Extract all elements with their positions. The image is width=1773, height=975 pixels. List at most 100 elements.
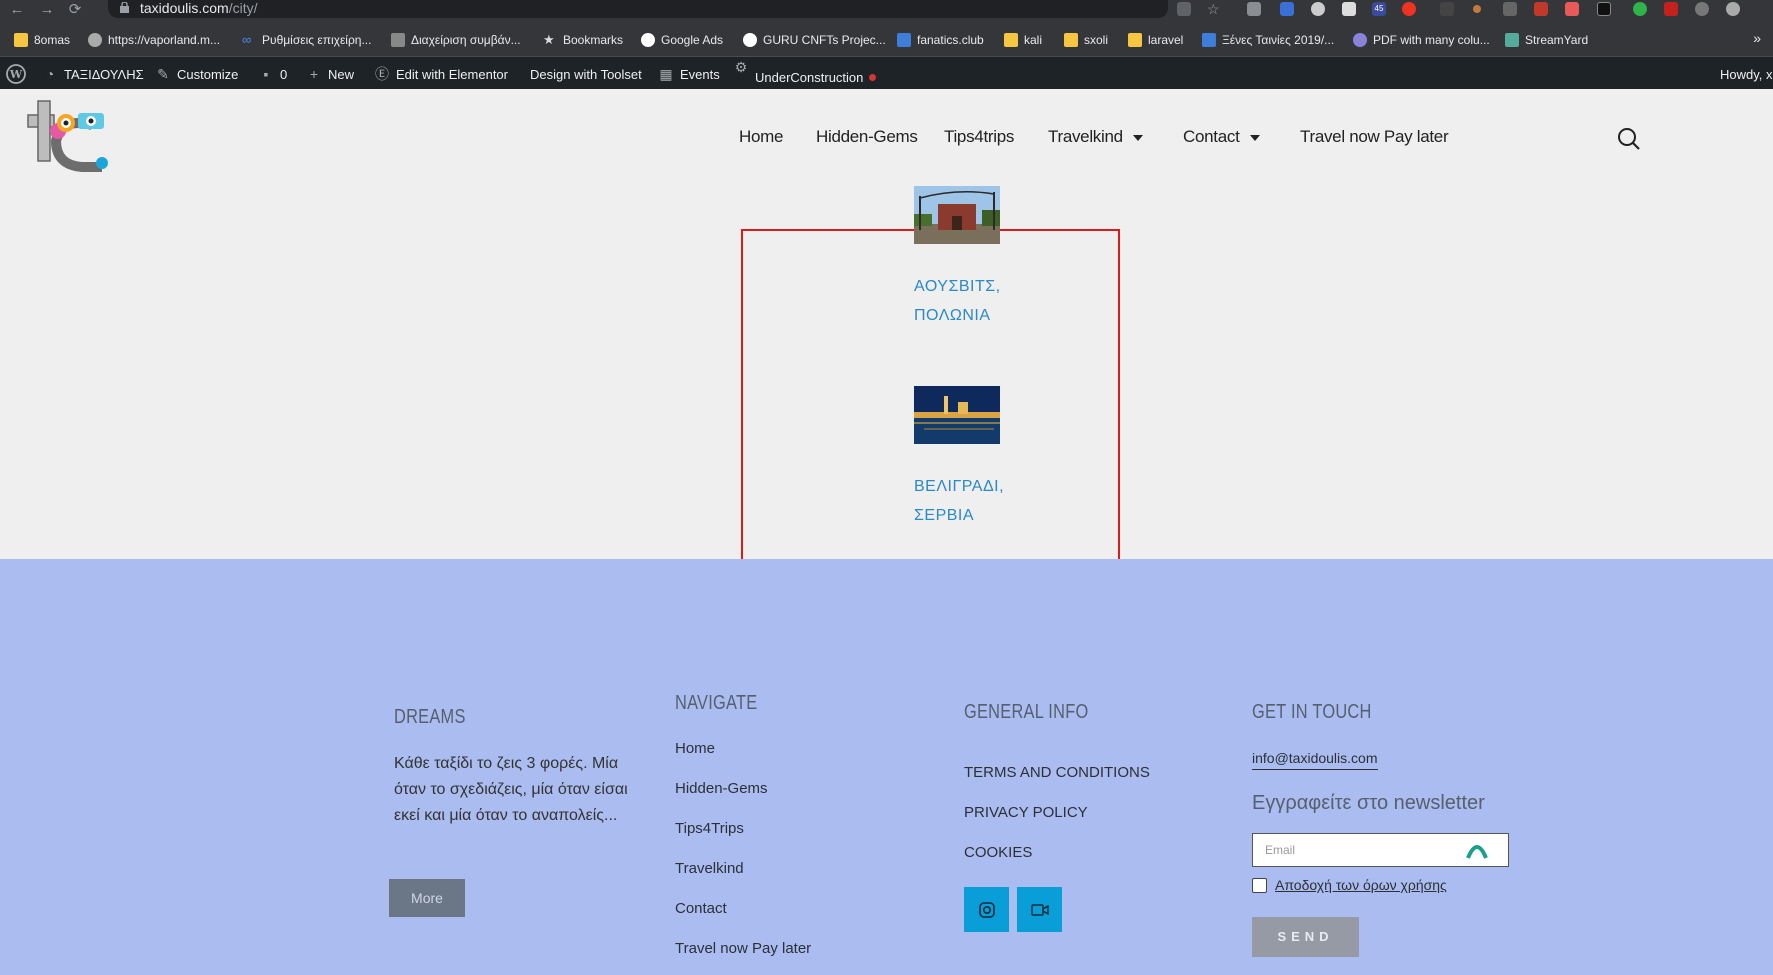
- bookmark-item[interactable]: 8omas: [14, 31, 70, 49]
- bookmark-item[interactable]: StreamYard: [1505, 31, 1588, 49]
- pdf-icon[interactable]: [1664, 2, 1678, 16]
- bookmark-item[interactable]: ∞ Ρυθμίσεις επιχείρη...: [242, 31, 371, 49]
- star-icon[interactable]: ☆: [1207, 2, 1221, 16]
- city-card[interactable]: ΒΕΛΙΓΡΑΔΙ, ΣΕΡΒΙΑ: [914, 386, 1034, 530]
- lock-icon: [120, 2, 129, 13]
- terms-checkbox-row[interactable]: Αποδοχή των όρων χρήσης: [1252, 877, 1447, 893]
- howdy-account[interactable]: Howdy, x: [1720, 65, 1773, 83]
- reload-icon[interactable]: ⟳: [66, 1, 84, 19]
- bookmark-item[interactable]: Ξένες Ταινίες 2019/...: [1202, 31, 1334, 49]
- bookmark-item[interactable]: sxoli: [1064, 31, 1108, 49]
- bookmark-item[interactable]: kali: [1004, 31, 1042, 49]
- gear-icon: ⚙: [734, 59, 748, 75]
- bookmark-item[interactable]: Google Ads: [641, 31, 723, 49]
- nav-travelkind[interactable]: Travelkind: [1048, 127, 1143, 147]
- wordpress-icon: W: [6, 64, 26, 84]
- terms-checkbox[interactable]: [1252, 877, 1267, 893]
- city-name-link[interactable]: ΒΕΛΙΓΡΑΔΙ, ΣΕΡΒΙΑ: [914, 472, 1034, 530]
- extension-icon[interactable]: [1597, 2, 1611, 16]
- bookmarks-overflow-button[interactable]: »: [1753, 30, 1761, 46]
- newsletter-prefix: Εγγραφείτε στο: [1252, 792, 1389, 814]
- video-button[interactable]: [1017, 887, 1062, 932]
- footer-link-terms[interactable]: TERMS AND CONDITIONS: [964, 762, 1184, 802]
- chevron-down-icon[interactable]: [1249, 134, 1260, 141]
- extension-icon[interactable]: [1402, 2, 1416, 16]
- extension-icon[interactable]: [1247, 2, 1261, 16]
- bookmark-item[interactable]: fanatics.club: [897, 31, 984, 49]
- bookmarks-bar: 8omas https://vaporland.m... ∞ Ρυθμίσεις …: [0, 22, 1773, 57]
- site-icon: [1353, 33, 1367, 47]
- footer-link-cookies[interactable]: COOKIES: [964, 842, 1184, 882]
- send-button[interactable]: SEND: [1252, 917, 1359, 957]
- streamyard-icon: [1505, 33, 1519, 47]
- site-name-link[interactable]: ◔ ΤΑΞΙΔΟΥΛΗΣ: [42, 65, 144, 83]
- bookmark-item[interactable]: ★ Bookmarks: [543, 31, 623, 49]
- site-logo[interactable]: [22, 95, 114, 181]
- footer-navigate-column: NAVIGATE Home Hidden-Gems Tips4Trips Tra…: [675, 692, 875, 975]
- bookmark-item[interactable]: PDF with many colu...: [1353, 31, 1490, 49]
- footer-link-home[interactable]: Home: [675, 738, 875, 778]
- nav-travel-now-pay-later[interactable]: Travel now Pay later: [1300, 127, 1449, 147]
- extension-icon[interactable]: [1565, 2, 1579, 16]
- footer-link-travelkind[interactable]: Travelkind: [675, 858, 875, 898]
- contact-email-link[interactable]: info@taxidoulis.com: [1252, 750, 1378, 770]
- comment-icon: ▪: [263, 66, 269, 82]
- extension-icon[interactable]: [1473, 5, 1481, 13]
- belgrade-thumbnail[interactable]: [914, 386, 1000, 444]
- wordpress-logo-button[interactable]: W: [6, 64, 26, 84]
- new-link[interactable]: + New: [306, 65, 354, 83]
- customize-link[interactable]: ✎ Customize: [155, 65, 238, 83]
- under-construction-link[interactable]: ⚙ UnderConstruction: [733, 59, 877, 87]
- footer-heading: DREAMS: [394, 706, 466, 728]
- auschwitz-thumbnail[interactable]: [914, 186, 1000, 244]
- bookmark-item[interactable]: laravel: [1128, 31, 1183, 49]
- footer-heading: GET IN TOUCH: [1252, 701, 1372, 723]
- extension-icon[interactable]: [1280, 2, 1294, 16]
- bookmark-item[interactable]: https://vaporland.m...: [88, 31, 220, 49]
- city-card[interactable]: ΑΟΥΣΒΙΤΣ, ΠΟΛΩΝΙΑ: [914, 186, 1034, 330]
- more-button[interactable]: More: [389, 879, 465, 917]
- browser-toolbar: ← → ⟳ taxidoulis.com/city/ ☆ 45: [0, 0, 1773, 22]
- edit-elementor-link[interactable]: Ⓔ Edit with Elementor: [374, 65, 508, 83]
- video-icon: [1030, 903, 1049, 916]
- chevron-down-icon[interactable]: [1132, 134, 1143, 141]
- bookmark-item[interactable]: Διαχείριση συμβάν...: [391, 31, 521, 49]
- address-bar[interactable]: [108, 0, 1168, 18]
- nav-home[interactable]: Home: [739, 127, 783, 147]
- toolset-link[interactable]: Design with Toolset: [530, 65, 642, 83]
- footer-link-travel-now-pay-later[interactable]: Travel now Pay later: [675, 938, 875, 975]
- bookmark-item[interactable]: GURU CNFTs Projec...: [743, 31, 886, 49]
- nav-contact[interactable]: Contact: [1183, 127, 1260, 147]
- extension-icon[interactable]: [1633, 2, 1647, 16]
- nav-tips4trips[interactable]: Tips4trips: [944, 127, 1014, 147]
- nav-hidden-gems[interactable]: Hidden-Gems: [816, 127, 918, 147]
- footer-link-contact[interactable]: Contact: [675, 898, 875, 938]
- site-footer: DREAMS Κάθε ταξίδι το ζεις 3 φορές. Μία …: [0, 559, 1773, 975]
- url-text[interactable]: taxidoulis.com/city/: [140, 0, 257, 16]
- terms-label[interactable]: Αποδοχή των όρων χρήσης: [1275, 877, 1447, 893]
- mic-icon[interactable]: [1695, 2, 1709, 16]
- nav-travelkind-label: Travelkind: [1048, 127, 1123, 146]
- extension-icon[interactable]: [1342, 2, 1356, 16]
- city-name-link[interactable]: ΑΟΥΣΒΙΤΣ, ΠΟΛΩΝΙΑ: [914, 272, 1034, 330]
- instagram-button[interactable]: [964, 887, 1009, 932]
- back-icon[interactable]: ←: [8, 1, 26, 19]
- events-link[interactable]: ▦ Events: [658, 65, 719, 83]
- extension-badge-icon[interactable]: 45: [1372, 2, 1386, 16]
- forward-icon[interactable]: →: [38, 1, 56, 19]
- extension-icon[interactable]: [1534, 2, 1548, 16]
- footer-link-hidden-gems[interactable]: Hidden-Gems: [675, 778, 875, 818]
- search-icon[interactable]: [1617, 127, 1641, 151]
- status-dot: [869, 73, 877, 81]
- extension-icon[interactable]: [1726, 2, 1740, 16]
- footer-dreams-column: DREAMS Κάθε ταξίδι το ζεις 3 φορές. Μία …: [394, 706, 634, 829]
- extension-icon[interactable]: [1311, 2, 1325, 16]
- autofill-icon[interactable]: [1466, 840, 1488, 860]
- footer-link-privacy[interactable]: PRIVACY POLICY: [964, 802, 1184, 842]
- extension-icon[interactable]: [1440, 2, 1454, 16]
- share-icon[interactable]: [1177, 2, 1191, 16]
- comments-link[interactable]: ▪ 0: [258, 65, 288, 83]
- footer-link-tips4trips[interactable]: Tips4Trips: [675, 818, 875, 858]
- extension-icon[interactable]: [1503, 2, 1517, 16]
- footer-heading: NAVIGATE: [675, 692, 758, 714]
